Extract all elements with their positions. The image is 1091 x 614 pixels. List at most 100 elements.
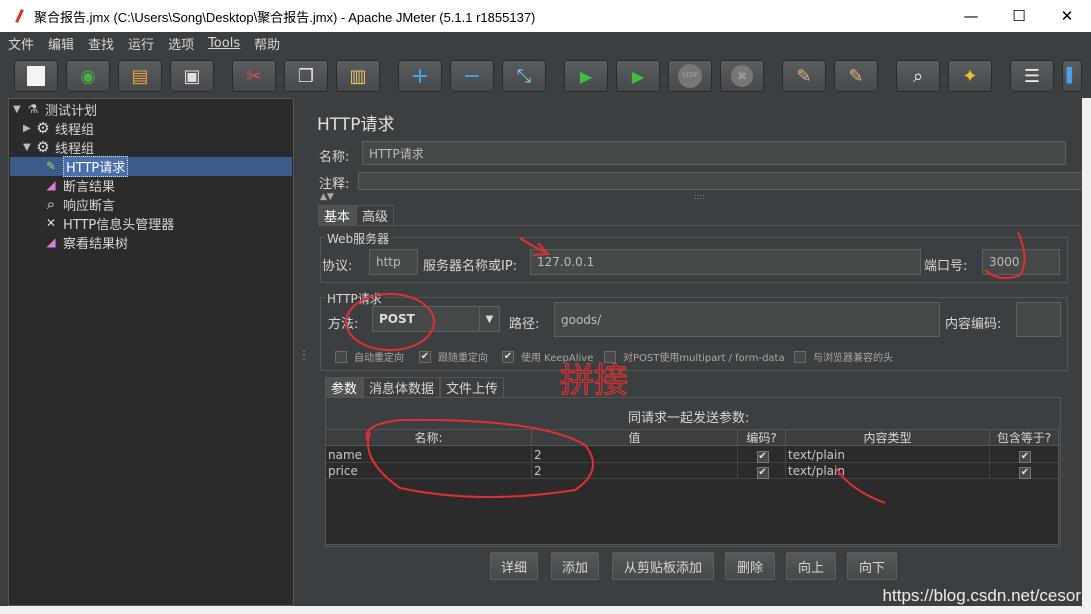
- comment-field[interactable]: [358, 172, 1083, 190]
- checkbox-encode[interactable]: ✔: [756, 467, 769, 479]
- column-header-include-equals[interactable]: 包含等于?: [990, 430, 1058, 446]
- column-header-content-type[interactable]: 内容类型: [786, 430, 990, 446]
- tree-node-thread-group-2[interactable]: ▼ ⚙ 线程组: [23, 138, 94, 157]
- server-input[interactable]: 127.0.0.1: [530, 249, 921, 275]
- cell-encode[interactable]: ✔: [738, 463, 786, 479]
- menu-run[interactable]: 运行: [128, 34, 154, 53]
- close-button[interactable]: ✕: [1043, 0, 1091, 32]
- tree-node-thread-group-1[interactable]: ▶ ⚙ 线程组: [23, 119, 94, 138]
- function-helper-button[interactable]: ☰: [1010, 60, 1054, 92]
- detail-button[interactable]: 详细: [490, 552, 538, 580]
- cell-include-equals[interactable]: ✔: [990, 463, 1058, 479]
- shutdown-button[interactable]: ✖: [720, 60, 764, 92]
- cell-value[interactable]: 2: [532, 463, 738, 479]
- protocol-label: 协议:: [322, 259, 353, 274]
- path-input[interactable]: goods/: [554, 302, 940, 337]
- cell-content-type[interactable]: text/plain: [786, 447, 990, 463]
- tree-node-assertion-results[interactable]: ◢ 断言结果: [43, 176, 115, 195]
- cell-include-equals[interactable]: ✔: [990, 447, 1058, 463]
- copy-button[interactable]: ❐: [284, 60, 328, 92]
- option-auto-redirect[interactable]: 自动重定向: [335, 349, 404, 364]
- tab-basic[interactable]: 基本: [318, 205, 357, 225]
- cell-value[interactable]: 2: [532, 447, 738, 463]
- expand-arrow-icon[interactable]: ▶: [23, 123, 35, 134]
- tree-node-results-tree[interactable]: ◢ 察看结果树: [43, 233, 128, 252]
- open-button[interactable]: ▤: [118, 60, 162, 92]
- start-button[interactable]: ▶: [564, 60, 608, 92]
- name-field[interactable]: HTTP请求: [362, 141, 1066, 165]
- option-multipart[interactable]: 对POST使用multipart / form-data: [604, 349, 785, 364]
- checkbox-multipart[interactable]: [604, 350, 616, 363]
- more-button[interactable]: ▌: [1062, 60, 1082, 92]
- tab-advanced[interactable]: 高级: [356, 205, 395, 225]
- stop-button[interactable]: STOP: [668, 60, 712, 92]
- cell-name[interactable]: name: [326, 447, 532, 463]
- table-row[interactable]: name 2 ✔ text/plain ✔: [326, 447, 1058, 463]
- collapse-all-button[interactable]: −: [450, 60, 494, 92]
- tab-body-data[interactable]: 消息体数据: [363, 377, 441, 397]
- tab-parameters[interactable]: 参数: [325, 377, 364, 397]
- tree-node-test-plan[interactable]: ▼ ⚗ 测试计划: [13, 100, 97, 119]
- tree-node-http-request[interactable]: ✎ HTTP请求: [43, 155, 129, 177]
- menu-tools[interactable]: Tools: [208, 36, 240, 51]
- save-button[interactable]: ▣: [170, 60, 214, 92]
- move-up-button[interactable]: 向上: [786, 552, 836, 580]
- checkbox-browser-compatible[interactable]: [794, 350, 806, 363]
- cell-encode[interactable]: ✔: [738, 447, 786, 463]
- add-from-clipboard-button[interactable]: 从剪贴板添加: [612, 552, 714, 580]
- search-button[interactable]: ⌕: [896, 60, 940, 92]
- menu-search[interactable]: 查找: [88, 34, 114, 53]
- option-label: 对POST使用multipart / form-data: [623, 353, 785, 364]
- port-input[interactable]: 3000: [982, 249, 1060, 275]
- checkbox-encode[interactable]: ✔: [756, 451, 769, 463]
- cell-content-type[interactable]: text/plain: [786, 463, 990, 479]
- checkbox-auto-redirect[interactable]: [335, 350, 347, 363]
- reset-search-icon: ✦: [962, 65, 978, 87]
- column-header-encode[interactable]: 编码?: [738, 430, 786, 446]
- menu-edit[interactable]: 编辑: [48, 34, 74, 53]
- resize-grip-icon[interactable]: ::::: [694, 192, 705, 201]
- paste-button[interactable]: ▥: [336, 60, 380, 92]
- checkbox-follow-redirects[interactable]: ✔: [419, 350, 431, 363]
- move-down-button[interactable]: 向下: [847, 552, 897, 580]
- split-pane-divider[interactable]: [296, 98, 310, 606]
- minimize-button[interactable]: —: [947, 0, 995, 32]
- toggle-button[interactable]: ⤡: [502, 60, 546, 92]
- tree-node-response-assertion[interactable]: ⌕ 响应断言: [43, 195, 115, 214]
- tab-file-upload[interactable]: 文件上传: [440, 377, 505, 397]
- checkbox-include-equals[interactable]: ✔: [1019, 451, 1031, 463]
- clear-button[interactable]: ✎: [782, 60, 826, 92]
- checkbox-keepalive[interactable]: ✔: [502, 350, 514, 363]
- expand-arrow-icon[interactable]: ▼: [23, 142, 35, 153]
- encoding-input[interactable]: [1016, 302, 1061, 337]
- start-no-pauses-button[interactable]: ▶: [616, 60, 660, 92]
- collapse-arrows-icon[interactable]: ▲▼: [320, 192, 334, 202]
- menu-help[interactable]: 帮助: [254, 34, 280, 53]
- option-browser-compatible[interactable]: 与浏览器兼容的头: [794, 349, 893, 364]
- method-select[interactable]: POST ▼: [372, 306, 500, 332]
- encoding-label: 内容编码:: [945, 317, 1002, 332]
- maximize-button[interactable]: ☐: [995, 0, 1043, 32]
- menu-file[interactable]: 文件: [8, 34, 34, 53]
- protocol-input[interactable]: http: [369, 249, 418, 275]
- column-header-value[interactable]: 值: [532, 430, 738, 446]
- option-follow-redirects[interactable]: ✔ 跟随重定向: [419, 349, 488, 364]
- menu-options[interactable]: 选项: [168, 34, 194, 53]
- port-label: 端口号:: [924, 259, 968, 274]
- checkbox-include-equals[interactable]: ✔: [1019, 467, 1031, 479]
- cut-button[interactable]: ✂: [232, 60, 276, 92]
- new-button[interactable]: [14, 60, 58, 92]
- cell-name[interactable]: price: [326, 463, 532, 479]
- delete-button[interactable]: 删除: [725, 552, 775, 580]
- expand-arrow-icon[interactable]: ▼: [13, 104, 25, 115]
- add-button[interactable]: 添加: [551, 552, 599, 580]
- column-header-name[interactable]: 名称:: [326, 430, 532, 446]
- table-row[interactable]: price 2 ✔ text/plain ✔: [326, 463, 1058, 479]
- option-keepalive[interactable]: ✔ 使用 KeepAlive: [502, 349, 593, 364]
- clear-all-button[interactable]: ✎: [834, 60, 878, 92]
- tree-node-header-manager[interactable]: ✕ HTTP信息头管理器: [43, 214, 174, 233]
- chevron-down-icon[interactable]: ▼: [479, 307, 499, 331]
- templates-button[interactable]: ◉: [66, 60, 110, 92]
- expand-all-button[interactable]: +: [398, 60, 442, 92]
- reset-search-button[interactable]: ✦: [948, 60, 992, 92]
